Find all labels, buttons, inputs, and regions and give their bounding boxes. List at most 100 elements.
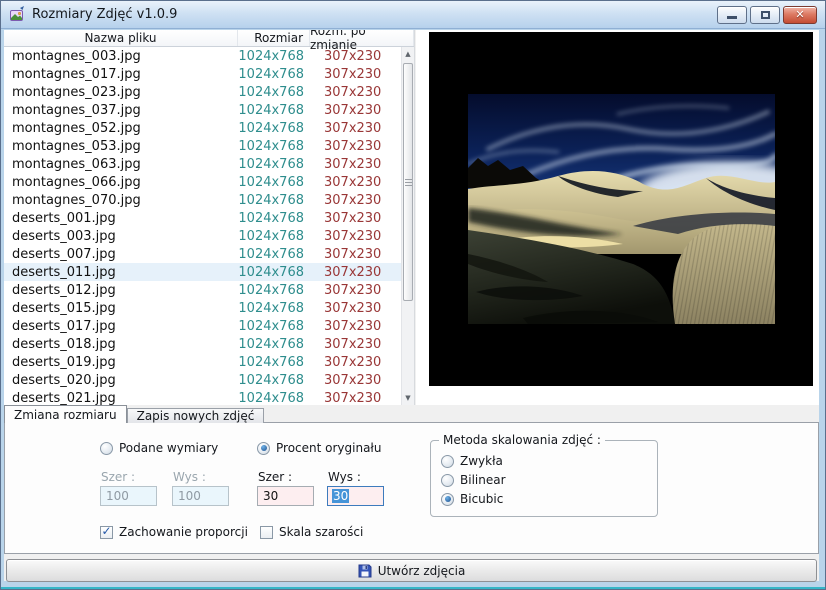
radio-scaling-bicubic-label: Bicubic (460, 492, 503, 506)
tab-resize[interactable]: Zmiana rozmiaru (4, 405, 127, 423)
radio-scaling-normal[interactable]: Zwykła (441, 454, 657, 468)
cell-size: 1024x768 (238, 211, 310, 226)
checkbox-keep-proportions-label: Zachowanie proporcji (119, 525, 248, 539)
cell-size: 1024x768 (238, 193, 310, 208)
table-row[interactable]: montagnes_037.jpg1024x768307x230 (4, 101, 401, 119)
cell-filename: montagnes_017.jpg (4, 67, 238, 82)
table-row[interactable]: deserts_019.jpg1024x768307x230 (4, 353, 401, 371)
percent-width-label: Szer : (258, 470, 292, 484)
maximize-button[interactable] (750, 6, 780, 24)
cell-size: 1024x768 (238, 175, 310, 190)
list-header: Nazwa pliku Rozmiar Rozm. po zmianie (4, 30, 414, 47)
cell-new-size: 307x230 (310, 193, 401, 208)
given-height-input[interactable]: 100 (172, 486, 229, 506)
file-rows: montagnes_003.jpg1024x768307x230montagne… (4, 47, 401, 405)
table-row[interactable]: montagnes_070.jpg1024x768307x230 (4, 191, 401, 209)
checkbox-icon: ✓ (260, 526, 273, 539)
radio-scaling-bilinear-label: Bilinear (460, 473, 506, 487)
radio-percent-original[interactable]: Procent oryginału (257, 441, 381, 455)
cell-filename: deserts_020.jpg (4, 373, 238, 388)
file-list: Nazwa pliku Rozmiar Rozm. po zmianie mon… (4, 30, 415, 405)
cell-new-size: 307x230 (310, 283, 401, 298)
close-button[interactable]: ✕ (783, 6, 817, 24)
column-header-filename[interactable]: Nazwa pliku (4, 30, 238, 46)
radio-icon (441, 474, 454, 487)
scrollbar-thumb[interactable] (403, 63, 413, 301)
cell-size: 1024x768 (238, 373, 310, 388)
cell-new-size: 307x230 (310, 85, 401, 100)
cell-size: 1024x768 (238, 229, 310, 244)
table-row[interactable]: deserts_018.jpg1024x768307x230 (4, 335, 401, 353)
cell-new-size: 307x230 (310, 157, 401, 172)
tab-save[interactable]: Zapis nowych zdjęć (127, 408, 265, 423)
checkbox-grayscale[interactable]: ✓ Skala szarości (260, 525, 363, 539)
table-row[interactable]: montagnes_066.jpg1024x768307x230 (4, 173, 401, 191)
radio-scaling-bilinear[interactable]: Bilinear (441, 473, 657, 487)
cell-new-size: 307x230 (310, 247, 401, 262)
given-height-value: 100 (177, 489, 202, 503)
cell-new-size: 307x230 (310, 301, 401, 316)
table-row[interactable]: deserts_020.jpg1024x768307x230 (4, 371, 401, 389)
percent-width-input[interactable]: 30 (257, 486, 314, 506)
checkbox-keep-proportions[interactable]: ✓ Zachowanie proporcji (100, 525, 248, 539)
tab-strip: Zmiana rozmiaru Zapis nowych zdjęć (4, 405, 264, 423)
cell-filename: deserts_015.jpg (4, 301, 238, 316)
table-row[interactable]: montagnes_023.jpg1024x768307x230 (4, 83, 401, 101)
cell-size: 1024x768 (238, 121, 310, 136)
cell-new-size: 307x230 (310, 337, 401, 352)
given-height-label: Wys : (173, 470, 206, 484)
create-photos-button[interactable]: Utwórz zdjęcia (6, 559, 817, 582)
titlebar[interactable]: Rozmiary Zdjęć v1.0.9 ✕ (1, 1, 825, 29)
table-row[interactable]: deserts_017.jpg1024x768307x230 (4, 317, 401, 335)
column-header-size[interactable]: Rozmiar (238, 30, 310, 46)
cell-new-size: 307x230 (310, 391, 401, 406)
given-width-input[interactable]: 100 (100, 486, 157, 506)
check-icon: ✓ (101, 525, 111, 537)
scroll-down-icon[interactable]: ▼ (402, 391, 414, 405)
table-row[interactable]: montagnes_052.jpg1024x768307x230 (4, 119, 401, 137)
cell-filename: deserts_001.jpg (4, 211, 238, 226)
radio-given-dimensions[interactable]: Podane wymiary (100, 441, 218, 455)
scaling-method-group: Metoda skalowania zdjęć : Zwykła Bilinea… (430, 440, 658, 517)
app-window: Rozmiary Zdjęć v1.0.9 ✕ Nazwa pliku Rozm… (0, 0, 826, 590)
scroll-up-icon[interactable]: ▲ (402, 47, 414, 61)
cell-new-size: 307x230 (310, 373, 401, 388)
table-row[interactable]: montagnes_053.jpg1024x768307x230 (4, 137, 401, 155)
percent-width-value: 30 (262, 489, 279, 503)
percent-height-input[interactable]: 30 (327, 486, 384, 506)
cell-new-size: 307x230 (310, 67, 401, 82)
cell-filename: montagnes_037.jpg (4, 103, 238, 118)
cell-size: 1024x768 (238, 301, 310, 316)
resize-tab-page: Podane wymiary Procent oryginału Szer : … (4, 422, 819, 554)
cell-size: 1024x768 (238, 103, 310, 118)
table-row[interactable]: montagnes_063.jpg1024x768307x230 (4, 155, 401, 173)
radio-given-dimensions-label: Podane wymiary (119, 441, 218, 455)
cell-size: 1024x768 (238, 67, 310, 82)
table-row[interactable]: montagnes_003.jpg1024x768307x230 (4, 47, 401, 65)
checkbox-icon: ✓ (100, 526, 113, 539)
column-header-new-size[interactable]: Rozm. po zmianie (310, 30, 414, 46)
cell-size: 1024x768 (238, 337, 310, 352)
cell-filename: montagnes_023.jpg (4, 85, 238, 100)
cell-size: 1024x768 (238, 247, 310, 262)
table-row[interactable]: deserts_007.jpg1024x768307x230 (4, 245, 401, 263)
cell-new-size: 307x230 (310, 211, 401, 226)
cell-filename: montagnes_066.jpg (4, 175, 238, 190)
table-row[interactable]: deserts_012.jpg1024x768307x230 (4, 281, 401, 299)
table-row[interactable]: deserts_001.jpg1024x768307x230 (4, 209, 401, 227)
cell-size: 1024x768 (238, 139, 310, 154)
preview-panel (416, 30, 819, 405)
table-row[interactable]: deserts_021.jpg1024x768307x230 (4, 389, 401, 405)
table-row[interactable]: deserts_015.jpg1024x768307x230 (4, 299, 401, 317)
vertical-scrollbar[interactable]: ▲ ▼ (401, 47, 414, 405)
table-row[interactable]: deserts_011.jpg1024x768307x230 (4, 263, 401, 281)
radio-scaling-normal-label: Zwykła (460, 454, 503, 468)
table-row[interactable]: deserts_003.jpg1024x768307x230 (4, 227, 401, 245)
given-width-value: 100 (105, 489, 130, 503)
table-row[interactable]: montagnes_017.jpg1024x768307x230 (4, 65, 401, 83)
radio-scaling-bicubic[interactable]: Bicubic (441, 492, 657, 506)
save-icon (358, 564, 372, 578)
radio-icon (441, 455, 454, 468)
minimize-button[interactable] (717, 6, 747, 24)
cell-filename: deserts_011.jpg (4, 265, 238, 280)
